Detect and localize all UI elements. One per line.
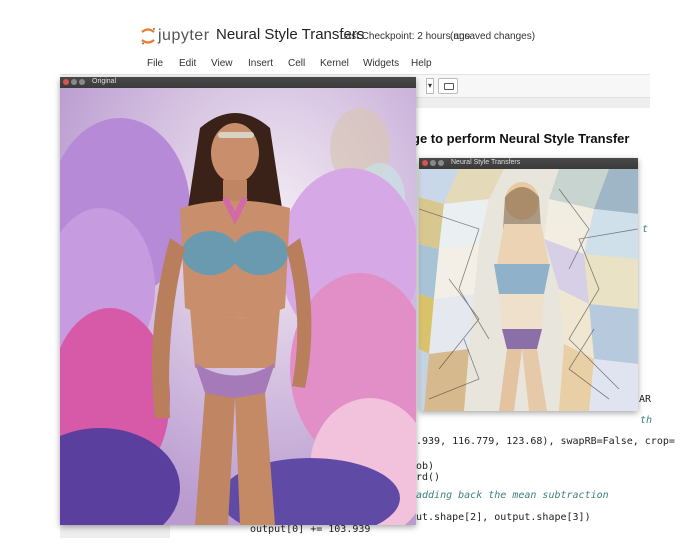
menu-insert[interactable]: Insert xyxy=(248,58,273,69)
code-line-reshape: ut.shape[2], output.shape[3]) xyxy=(416,512,591,523)
markdown-heading: ge to perform Neural Style Transfer xyxy=(412,131,630,146)
close-icon[interactable] xyxy=(63,79,69,85)
jupyter-logo-text[interactable]: jupyter xyxy=(158,27,210,45)
close-icon[interactable] xyxy=(422,160,428,166)
original-window-title: Original xyxy=(92,78,117,85)
code-fragment-th: th xyxy=(640,415,653,426)
menu-kernel[interactable]: Kernel xyxy=(320,58,349,69)
original-photo xyxy=(60,88,416,525)
menu-edit[interactable]: Edit xyxy=(179,58,196,69)
styled-window-titlebar[interactable]: Neural Style Transfers xyxy=(419,158,638,169)
code-comment-mean: adding back the mean subtraction xyxy=(416,490,609,501)
code-line-setinput: ob) xyxy=(416,461,435,472)
menu-bar: File Edit View Insert Cell Kernel Widget… xyxy=(60,54,650,75)
styled-window[interactable]: Neural Style Transfers xyxy=(419,158,638,411)
maximize-icon[interactable] xyxy=(79,79,85,85)
maximize-icon[interactable] xyxy=(438,160,444,166)
jupyter-logo-icon[interactable] xyxy=(140,26,156,46)
keyboard-icon[interactable] xyxy=(438,78,458,94)
menu-file[interactable]: File xyxy=(147,58,163,69)
stylized-image xyxy=(419,169,638,411)
code-line-blob: .939, 116.779, 123.68), swapRB=False, cr… xyxy=(416,436,675,447)
original-window[interactable]: Original xyxy=(60,77,416,525)
menu-widgets[interactable]: Widgets xyxy=(363,58,399,69)
minimize-icon[interactable] xyxy=(430,160,436,166)
code-fragment-ar: AR xyxy=(639,394,652,405)
code-fragment-t: t xyxy=(642,224,649,235)
minimize-icon[interactable] xyxy=(71,79,77,85)
headpiece xyxy=(218,132,254,138)
menu-cell[interactable]: Cell xyxy=(288,58,305,69)
cell-type-select[interactable]: ▾ xyxy=(426,78,434,94)
unsaved-status: (unsaved changes) xyxy=(450,31,536,42)
code-line-forward: rd() xyxy=(416,472,441,483)
original-window-titlebar[interactable]: Original xyxy=(60,77,416,88)
code-line-output: output[0] += 103.939 xyxy=(250,524,371,535)
menu-help[interactable]: Help xyxy=(411,58,432,69)
jupyter-header: jupyter Neural Style Transfers Last Chec… xyxy=(0,0,690,58)
menu-view[interactable]: View xyxy=(211,58,233,69)
styled-window-title: Neural Style Transfers xyxy=(451,159,521,166)
